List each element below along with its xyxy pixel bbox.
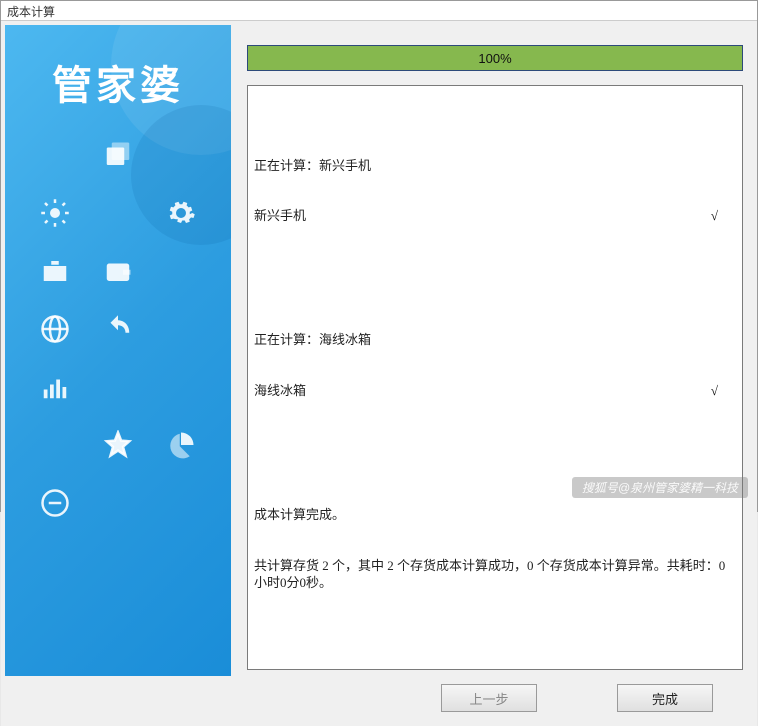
icon-grid bbox=[5, 123, 231, 535]
minus-circle-icon bbox=[35, 483, 75, 523]
gear-icon bbox=[161, 193, 201, 233]
check-mark: √ bbox=[711, 208, 736, 225]
log-line: 正在计算：新兴手机 bbox=[254, 158, 736, 175]
briefcase-icon bbox=[35, 251, 75, 291]
content: 管家婆 bbox=[1, 21, 757, 726]
brand-logo: 管家婆 bbox=[5, 25, 231, 123]
progress-bar: 100% bbox=[247, 45, 743, 71]
window-title: 成本计算 bbox=[1, 1, 757, 21]
stack-icon bbox=[98, 135, 138, 175]
log-text: 新兴手机 bbox=[254, 208, 306, 225]
placeholder-icon bbox=[161, 135, 201, 175]
star-icon bbox=[98, 425, 138, 465]
placeholder-icon bbox=[161, 251, 201, 291]
right-panel: 100% 正在计算：新兴手机 新兴手机 √ 正在计算：海线冰箱 海线冰箱 bbox=[237, 25, 753, 676]
log-item: 正在计算：海线冰箱 海线冰箱 √ bbox=[254, 299, 736, 434]
log-summary: 成本计算完成。 共计算存货 2 个，其中 2 个存货成本计算成功，0 个存货成本… bbox=[254, 474, 736, 626]
log-line: 正在计算：海线冰箱 bbox=[254, 332, 736, 349]
done-button[interactable]: 完成 bbox=[617, 684, 713, 712]
prev-button[interactable]: 上一步 bbox=[441, 684, 537, 712]
check-mark: √ bbox=[711, 383, 736, 400]
pie-chart-icon bbox=[161, 425, 201, 465]
log-line: 共计算存货 2 个，其中 2 个存货成本计算成功，0 个存货成本计算异常。共耗时… bbox=[254, 558, 736, 592]
placeholder-icon bbox=[161, 367, 201, 407]
globe-icon bbox=[35, 309, 75, 349]
log-area: 正在计算：新兴手机 新兴手机 √ 正在计算：海线冰箱 海线冰箱 √ bbox=[247, 85, 743, 670]
main: 管家婆 bbox=[5, 25, 753, 676]
progress-label: 100% bbox=[248, 46, 742, 70]
log-line: 成本计算完成。 bbox=[254, 507, 736, 524]
placeholder-icon bbox=[35, 135, 75, 175]
log-item: 正在计算：新兴手机 新兴手机 √ bbox=[254, 124, 736, 259]
placeholder-icon bbox=[35, 425, 75, 465]
button-bar: 上一步 完成 bbox=[5, 676, 753, 722]
bar-chart-icon bbox=[35, 367, 75, 407]
wallet-icon bbox=[98, 251, 138, 291]
log-line: 海线冰箱 √ bbox=[254, 383, 736, 400]
log-line: 新兴手机 √ bbox=[254, 208, 736, 225]
cost-calc-window: 成本计算 管家婆 bbox=[0, 0, 758, 512]
placeholder-icon bbox=[98, 193, 138, 233]
placeholder-icon bbox=[98, 367, 138, 407]
sidebar: 管家婆 bbox=[5, 25, 231, 676]
undo-icon bbox=[98, 309, 138, 349]
placeholder-icon bbox=[161, 309, 201, 349]
sun-icon bbox=[35, 193, 75, 233]
log-text: 海线冰箱 bbox=[254, 383, 306, 400]
